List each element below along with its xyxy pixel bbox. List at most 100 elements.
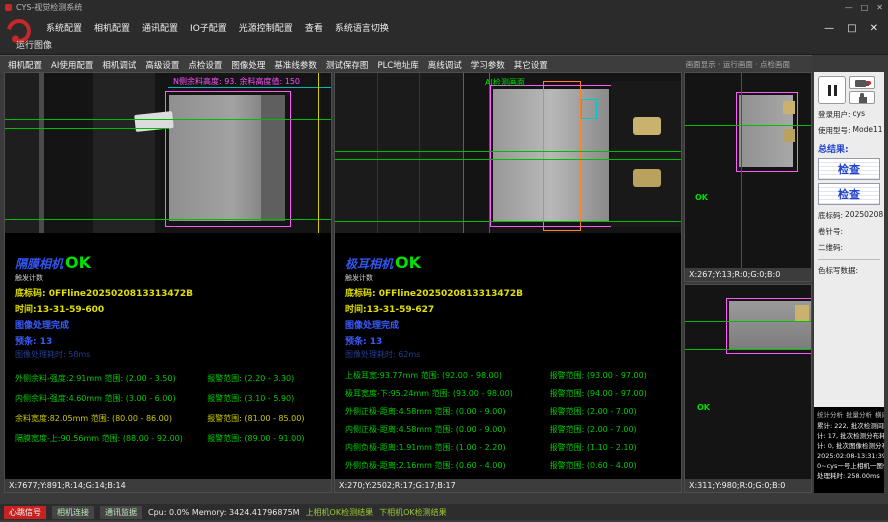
stats-tab-1[interactable]: 批量分析 <box>846 409 872 419</box>
header: 系统配置 相机配置 通讯配置 IO子配置 光源控制配置 查看 系统语言切换 运行… <box>0 14 888 55</box>
pixel-coords-small-top: X:267;Y:13;R:0;G:0;B:0 <box>685 268 811 281</box>
toolbar-image-processing[interactable]: 图像处理 <box>231 59 265 71</box>
stats-line: 处理耗时: 258.00ms <box>817 471 881 481</box>
toolbar-camera-config[interactable]: 相机配置 <box>8 59 42 71</box>
measurement-row: 极耳宽度-下:95.24mm 范围: (93.00 - 98.00) 报警范围:… <box>345 388 675 399</box>
result-ok-badge: OK <box>395 253 421 272</box>
measurement-text: 隔膜宽度-上:90.56mm 范围: (88.00 - 92.00) <box>15 433 207 444</box>
tab-run-image[interactable]: 运行图像 <box>16 38 52 51</box>
overlay-text: N侧余料高度: 93. 余料高度值: 150 <box>173 76 300 87</box>
toolbar-spotcheck-settings[interactable]: 点检设置 <box>188 59 222 71</box>
toolbar-camera-debug[interactable]: 相机调试 <box>102 59 136 71</box>
measure-vline <box>741 73 742 268</box>
measurement-text: 外侧余料-强度:2.91mm 范围: (2.00 - 3.50) <box>15 373 207 384</box>
elapsed-line: 图像处理耗时: 62ms <box>345 349 675 360</box>
machine-edge <box>377 73 378 233</box>
measure-line <box>685 125 811 126</box>
barcode-line: 底标码: 0FFline2025020813313472B <box>15 286 325 299</box>
lower-camera-result: 下相机OK检测结果 <box>379 507 447 518</box>
overlay-text: AI检测画面 <box>485 77 525 88</box>
stats-line: 累计: 222, 批次检测间隔时 <box>817 421 881 431</box>
measurement-row: 内侧余料-强度:4.60mm 范围: (3.00 - 6.00) 报警范围: (… <box>15 393 325 404</box>
stats-tab-2[interactable]: 横向分析 <box>875 409 884 419</box>
measure-vline <box>463 73 464 233</box>
result-ok-badge: OK <box>65 253 91 272</box>
menu-item-view[interactable]: 查看 <box>305 21 323 34</box>
time-line: 时间:13-31-59-627 <box>345 302 675 315</box>
bright-spot <box>783 101 795 114</box>
measure-line <box>335 151 681 152</box>
toolbar-baseline-params[interactable]: 基准线参数 <box>274 59 317 71</box>
process-status: 图像处理完成 <box>15 318 325 331</box>
measurement-text: 外侧负极-距离:2.16mm 范围: (0.60 - 4.00) <box>345 460 550 471</box>
conveyor-region <box>93 73 155 233</box>
lock-icon <box>859 97 867 103</box>
alarm-range: 报警范围: (81.00 - 85.00) <box>207 413 304 424</box>
result-box-1: 检查 <box>818 158 880 180</box>
menu-item-language[interactable]: 系统语言切换 <box>335 21 389 34</box>
toolbar-plc-address[interactable]: PLC地址库 <box>377 59 418 71</box>
toolbar-ai-config[interactable]: AI使用配置 <box>51 59 93 71</box>
qr-code-label: 二维码: <box>818 242 843 253</box>
stats-tab-0[interactable]: 统计分析 <box>817 409 843 419</box>
user-value: cys <box>853 109 865 120</box>
menu-item-system-config[interactable]: 系统配置 <box>46 21 82 34</box>
cpu-memory-status: Cpu: 0.0% Memory: 3424.41796875M <box>148 508 300 517</box>
measure-line <box>5 119 331 120</box>
toolbar-advanced-settings[interactable]: 高级设置 <box>145 59 179 71</box>
app-window: CYS-视觉检测系统 — □ ✕ 系统配置 相机配置 通讯配置 IO子配置 光源… <box>0 0 888 522</box>
menu-item-io-config[interactable]: IO子配置 <box>190 21 227 34</box>
camera-image-small-top: OK <box>685 73 811 268</box>
menu-item-camera-config[interactable]: 相机配置 <box>94 21 130 34</box>
pixel-coords-small-bottom: X:311;Y:980;R:0;G:0;B:0 <box>685 479 811 492</box>
status-bar: 心跳信号 相机连接 通讯监据 Cpu: 0.0% Memory: 3424.41… <box>0 504 888 520</box>
edge-line-yellow <box>318 73 319 233</box>
fixture-region <box>611 81 681 227</box>
measurement-row: 内侧正极-距离:4.58mm 范围: (0.00 - 9.00) 报警范围: (… <box>345 424 675 435</box>
app-maximize-icon[interactable]: □ <box>847 23 856 34</box>
maximize-icon[interactable]: □ <box>861 3 869 12</box>
menu-item-comm-config[interactable]: 通讯配置 <box>142 21 178 34</box>
menu-item-light-config[interactable]: 光源控制配置 <box>239 21 293 34</box>
camera-panel-middle: AI检测画面 极耳相机 OK 触发计数 底标码: 0FFline20250208… <box>334 72 682 493</box>
camera-results-middle: 极耳相机 OK 触发计数 底标码: 0FFline202502081331347… <box>335 233 681 479</box>
trigger-note: 触发计数 <box>345 273 675 283</box>
app-minimize-icon[interactable]: — <box>824 23 834 34</box>
toolbar-learning-params[interactable]: 学习参数 <box>471 59 505 71</box>
alarm-range: 报警范围: (3.10 - 5.90) <box>207 393 294 404</box>
model-label: 使用型号: <box>818 125 851 136</box>
close-icon[interactable]: ✕ <box>876 3 883 12</box>
lock-button[interactable] <box>849 91 875 104</box>
barcode-label: 底标码: <box>818 210 843 221</box>
app-logo-icon <box>5 4 12 11</box>
window-controls: — □ ✕ <box>824 23 878 34</box>
result-box-1-text: 检查 <box>838 161 860 177</box>
measure-line <box>5 128 169 129</box>
record-dot-icon <box>867 81 871 85</box>
result-box-2-text: 检查 <box>838 186 860 202</box>
stats-line: 计: 17, 批次检测分布耗时: <box>817 431 881 441</box>
elapsed-line: 图像处理耗时: 58ms <box>15 349 325 360</box>
view-mode-note: 画面显示 · 运行画面 · 点检画面 <box>686 59 790 70</box>
camera-name: 极耳相机 <box>345 255 393 272</box>
minimize-icon[interactable]: — <box>845 3 853 12</box>
toolbar-offline-debug[interactable]: 离线调试 <box>428 59 462 71</box>
window-title: CYS-视觉检测系统 <box>16 2 82 13</box>
roi-box-cyan <box>581 99 597 119</box>
measurement-row: 外侧余料-强度:2.91mm 范围: (2.00 - 3.50) 报警范围: (… <box>15 373 325 384</box>
toolbar-other-settings[interactable]: 其它设置 <box>514 59 548 71</box>
heartbeat-indicator: 心跳信号 <box>4 506 46 519</box>
statistics-panel: 统计分析 批量分析 横向分析 累计: 222, 批次检测间隔时 计: 17, 批… <box>814 407 884 493</box>
measurement-row: 隔膜宽度-上:90.56mm 范围: (88.00 - 92.00) 报警范围:… <box>15 433 325 444</box>
alarm-range: 报警范围: (2.00 - 7.00) <box>550 406 637 417</box>
pause-button[interactable] <box>818 76 846 104</box>
measurement-row: 内侧负极-距离:1.91mm 范围: (1.00 - 2.20) 报警范围: (… <box>345 442 675 453</box>
alarm-range: 报警范围: (93.00 - 97.00) <box>550 370 647 381</box>
app-close-icon[interactable]: ✕ <box>870 23 878 34</box>
measurement-row: 外侧负极-距离:2.16mm 范围: (0.60 - 4.00) 报警范围: (… <box>345 460 675 471</box>
camera-button[interactable] <box>849 76 875 89</box>
alarm-range: 报警范围: (2.00 - 7.00) <box>550 424 637 435</box>
pause-icon <box>834 85 837 96</box>
camera-image-small-bottom: OK <box>685 285 811 479</box>
toolbar-test-save-image[interactable]: 测试保存图 <box>326 59 369 71</box>
